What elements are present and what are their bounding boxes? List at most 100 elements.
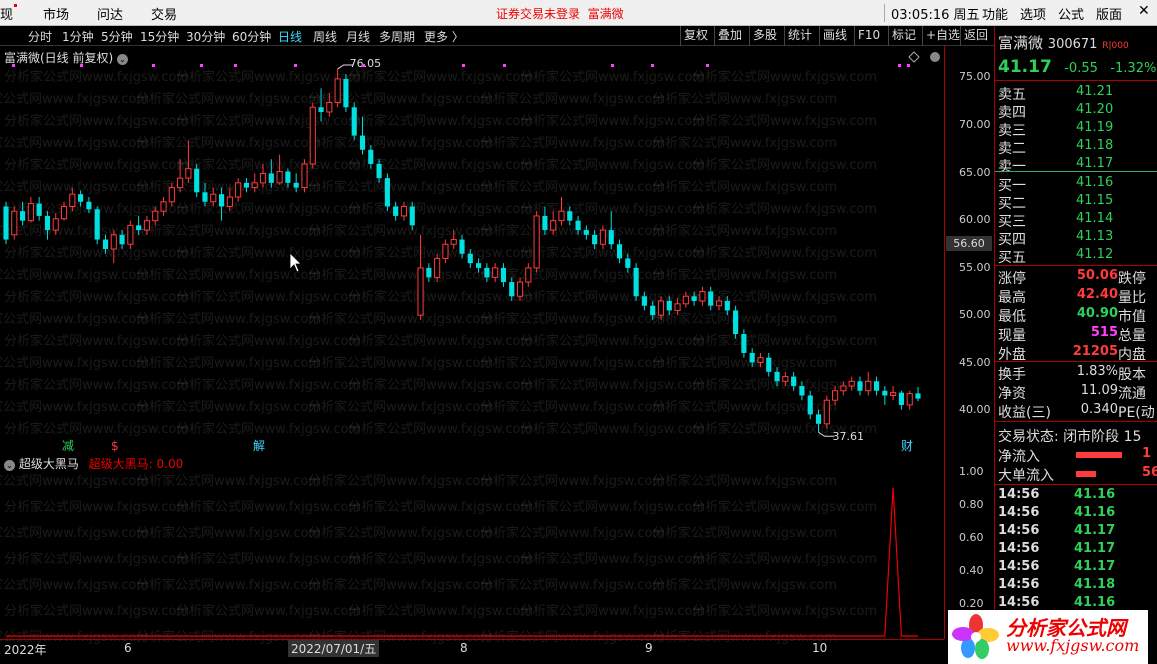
candle[interactable] xyxy=(309,102,316,169)
candle[interactable] xyxy=(823,395,830,429)
candle[interactable] xyxy=(857,376,863,396)
candle[interactable] xyxy=(185,140,192,183)
candle[interactable] xyxy=(202,182,208,207)
draw-button[interactable]: 画线 xyxy=(819,26,850,46)
candle[interactable] xyxy=(782,371,789,387)
candle[interactable] xyxy=(442,239,449,264)
candle[interactable] xyxy=(575,215,581,235)
candle[interactable] xyxy=(218,187,225,221)
chevron-down-icon[interactable]: ⌄ xyxy=(4,460,15,471)
candle[interactable] xyxy=(599,225,607,249)
candle[interactable] xyxy=(550,211,557,235)
menu-market[interactable]: 市场 xyxy=(43,4,69,23)
login-notice[interactable]: 证券交易未登录 富满微 xyxy=(496,5,624,22)
candle[interactable] xyxy=(625,253,631,273)
menu-trade[interactable]: 交易 xyxy=(151,4,177,23)
candle[interactable] xyxy=(882,386,888,405)
candle[interactable] xyxy=(467,249,473,268)
candle[interactable] xyxy=(426,263,432,283)
candle[interactable] xyxy=(865,371,872,396)
candle[interactable] xyxy=(276,154,283,185)
candle[interactable] xyxy=(691,291,697,306)
candle[interactable] xyxy=(906,390,913,410)
candle[interactable] xyxy=(343,74,349,112)
candle[interactable] xyxy=(384,173,390,212)
candle[interactable] xyxy=(409,201,415,231)
candle[interactable] xyxy=(136,215,142,235)
candle[interactable] xyxy=(102,234,109,254)
candle[interactable] xyxy=(525,263,532,287)
candle[interactable] xyxy=(757,352,764,368)
candle[interactable] xyxy=(509,277,515,301)
candle[interactable] xyxy=(633,263,639,301)
adjust-button[interactable]: 复权 xyxy=(680,26,711,46)
candle[interactable] xyxy=(516,277,524,301)
candle[interactable] xyxy=(898,390,904,410)
candle[interactable] xyxy=(484,263,490,283)
candle[interactable] xyxy=(69,187,76,212)
candle[interactable] xyxy=(60,201,68,221)
candle[interactable] xyxy=(749,348,755,368)
menu-wenda[interactable]: 问达 xyxy=(97,4,123,23)
candle[interactable] xyxy=(657,296,665,320)
candle[interactable] xyxy=(368,145,374,169)
period-intraday[interactable]: 分时 xyxy=(28,28,52,45)
candle[interactable] xyxy=(400,201,408,221)
f10-button[interactable]: F10 xyxy=(854,26,883,46)
candle[interactable] xyxy=(616,239,623,264)
candle[interactable] xyxy=(177,159,184,193)
candle[interactable] xyxy=(243,178,250,193)
indicator-chart[interactable] xyxy=(0,453,944,639)
candle[interactable] xyxy=(840,381,847,396)
close-icon[interactable]: ✕ xyxy=(1138,3,1150,19)
candle[interactable] xyxy=(741,329,747,358)
candle[interactable] xyxy=(500,263,507,287)
period-more[interactable]: 更多 〉 xyxy=(424,28,464,45)
candle[interactable] xyxy=(3,201,9,245)
candle[interactable] xyxy=(533,211,540,273)
candle[interactable] xyxy=(715,296,723,311)
candle[interactable] xyxy=(251,173,258,193)
candle[interactable] xyxy=(376,159,382,183)
candle[interactable] xyxy=(194,163,200,198)
diamond-icon[interactable] xyxy=(908,51,920,63)
candle[interactable] xyxy=(492,263,499,283)
event-marker[interactable]: 减 xyxy=(62,439,74,453)
period-15min[interactable]: 15分钟 xyxy=(140,28,179,45)
candle[interactable] xyxy=(160,197,167,216)
candle[interactable] xyxy=(724,296,730,316)
candle[interactable] xyxy=(558,197,565,226)
candle[interactable] xyxy=(334,68,341,108)
candle[interactable] xyxy=(450,230,457,249)
menu-discover[interactable]: 现 xyxy=(0,4,18,23)
candle[interactable] xyxy=(119,230,125,249)
candle[interactable] xyxy=(592,230,598,249)
menu-formula[interactable]: 公式 xyxy=(1058,4,1084,23)
candle[interactable] xyxy=(848,376,855,391)
stats-button[interactable]: 统计 xyxy=(784,26,815,46)
event-marker[interactable]: $ xyxy=(111,439,119,453)
candle[interactable] xyxy=(915,386,921,402)
candle[interactable] xyxy=(799,381,805,401)
candle[interactable] xyxy=(393,201,399,221)
candle[interactable] xyxy=(774,367,780,387)
close-icon[interactable] xyxy=(930,52,940,62)
period-daily[interactable]: 日线 xyxy=(278,28,302,45)
back-button[interactable]: 返回 xyxy=(960,26,991,46)
menu-options[interactable]: 选项 xyxy=(1020,4,1046,23)
candle[interactable] xyxy=(832,386,839,405)
menu-layout[interactable]: 版面 xyxy=(1096,4,1122,23)
candle[interactable] xyxy=(285,168,291,188)
candle[interactable] xyxy=(733,305,739,339)
candle[interactable] xyxy=(608,211,614,249)
candle[interactable] xyxy=(326,93,333,117)
candle[interactable] xyxy=(20,201,26,226)
candle[interactable] xyxy=(235,178,242,202)
candle[interactable] xyxy=(226,187,233,212)
candle[interactable] xyxy=(699,286,706,306)
candle[interactable] xyxy=(807,390,813,420)
candle[interactable] xyxy=(708,286,714,311)
candle[interactable] xyxy=(44,211,51,240)
candle[interactable] xyxy=(567,206,573,226)
candle[interactable] xyxy=(293,173,299,193)
